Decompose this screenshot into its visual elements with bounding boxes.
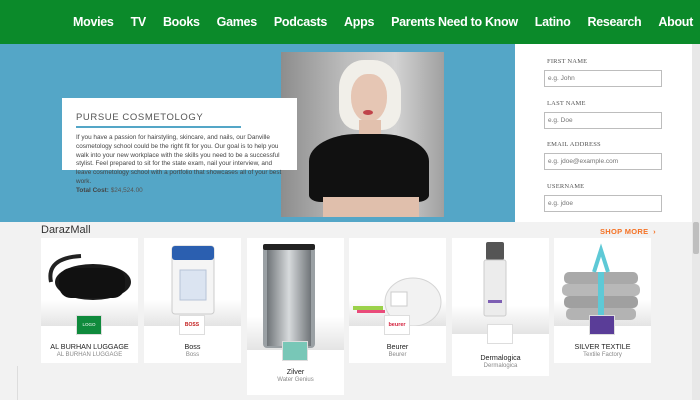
massager-device-icon: [353, 277, 442, 326]
brand-subtitle: Beurer: [388, 352, 407, 358]
brand-subtitle: Boss: [185, 352, 200, 358]
brand-name: AL BURHAN LUGGAGE: [50, 342, 129, 351]
brand-logo-text: LOGO: [82, 322, 96, 327]
nav-item-books[interactable]: Books: [163, 15, 200, 29]
brand-subtitle: Dermalogica: [483, 363, 518, 369]
first-name-field[interactable]: [544, 70, 662, 87]
product-image: [554, 238, 651, 326]
first-name-label: FIRST NAME: [547, 58, 588, 65]
shop-more-link[interactable]: SHOP MORE ›: [600, 227, 656, 236]
email-field[interactable]: [544, 153, 662, 170]
email-label: EMAIL ADDRESS: [547, 141, 601, 148]
shop-more-label: SHOP MORE: [600, 227, 649, 236]
last-name-field[interactable]: [544, 112, 662, 129]
nav-item-apps[interactable]: Apps: [344, 15, 374, 29]
towel-stack-icon: [562, 243, 640, 320]
nav-item-research[interactable]: Research: [587, 15, 641, 29]
product-image: [247, 238, 344, 350]
mall-section-title: DarazMall: [41, 224, 91, 236]
brand-logo: [282, 341, 308, 361]
brand-logo-text: BOSS: [184, 322, 200, 328]
product-image: [144, 238, 241, 326]
promo-body-text: If you have a passion for hairstyling, s…: [76, 134, 282, 185]
mall-card-dermalogica[interactable]: Dermalogica Dermalogica: [452, 238, 549, 376]
brand-logo: LOGO: [76, 315, 102, 335]
total-cost-value: $24,524.00: [110, 186, 143, 194]
scrollbar-thumb[interactable]: [693, 222, 699, 254]
product-image: [41, 238, 138, 326]
nav-item-games[interactable]: Games: [217, 15, 258, 29]
username-label: USERNAME: [547, 183, 585, 190]
brand-logo: [487, 324, 513, 344]
brand-name: SILVER TEXTILE: [574, 342, 631, 351]
username-field[interactable]: [544, 195, 662, 212]
serum-bottle-icon: [483, 242, 507, 317]
waist-bag-icon: [48, 254, 131, 300]
water-dispenser-icon: [263, 244, 315, 348]
footer-edge: [0, 366, 18, 400]
mall-card-boss[interactable]: BOSS Boss Boss: [144, 238, 241, 363]
nav-item-tv[interactable]: TV: [131, 15, 147, 29]
nav-item-parents[interactable]: Parents Need to Know: [391, 15, 518, 29]
brand-subtitle: Water Genius: [277, 377, 314, 383]
brand-subtitle: Textile Factory: [583, 352, 622, 358]
brand-logo: [589, 315, 615, 335]
nav-item-movies[interactable]: Movies: [73, 15, 114, 29]
last-name-label: LAST NAME: [547, 100, 586, 107]
brand-logo: beurer: [384, 315, 410, 335]
washing-machine-icon: [171, 245, 215, 315]
promo-body: If you have a passion for hairstyling, s…: [76, 134, 288, 196]
product-image: [452, 238, 549, 334]
brand-name: Boss: [184, 342, 201, 351]
mall-card-al-burhan[interactable]: LOGO AL BURHAN LUGGAGE AL BURHAN LUGGAGE: [41, 238, 138, 363]
chevron-right-icon: ›: [650, 227, 656, 236]
brand-name: Zilver: [286, 367, 305, 376]
brand-logo-text: beurer: [388, 322, 406, 328]
brand-logo: BOSS: [179, 315, 205, 335]
mall-card-silver-textile[interactable]: SILVER TEXTILE Textile Factory: [554, 238, 651, 363]
mall-card-zilver[interactable]: Zilver Water Genius: [247, 238, 344, 395]
brand-name: Dermalogica: [480, 353, 521, 362]
promo-title: PURSUE COSMETOLOGY: [76, 112, 204, 123]
brand-subtitle: AL BURHAN LUGGAGE: [56, 352, 123, 358]
promo-divider: [76, 126, 241, 128]
hero-model-photo: [281, 52, 444, 217]
total-cost-label: Total Cost:: [76, 186, 109, 194]
top-nav: Movies TV Books Games Podcasts Apps Pare…: [0, 0, 700, 44]
nav-item-latino[interactable]: Latino: [535, 15, 571, 29]
nav-item-podcasts[interactable]: Podcasts: [274, 15, 327, 29]
nav-item-about[interactable]: About: [658, 15, 693, 29]
product-image: [349, 238, 446, 326]
brand-name: Beurer: [386, 342, 409, 351]
mall-card-beurer[interactable]: beurer Beurer Beurer: [349, 238, 446, 363]
